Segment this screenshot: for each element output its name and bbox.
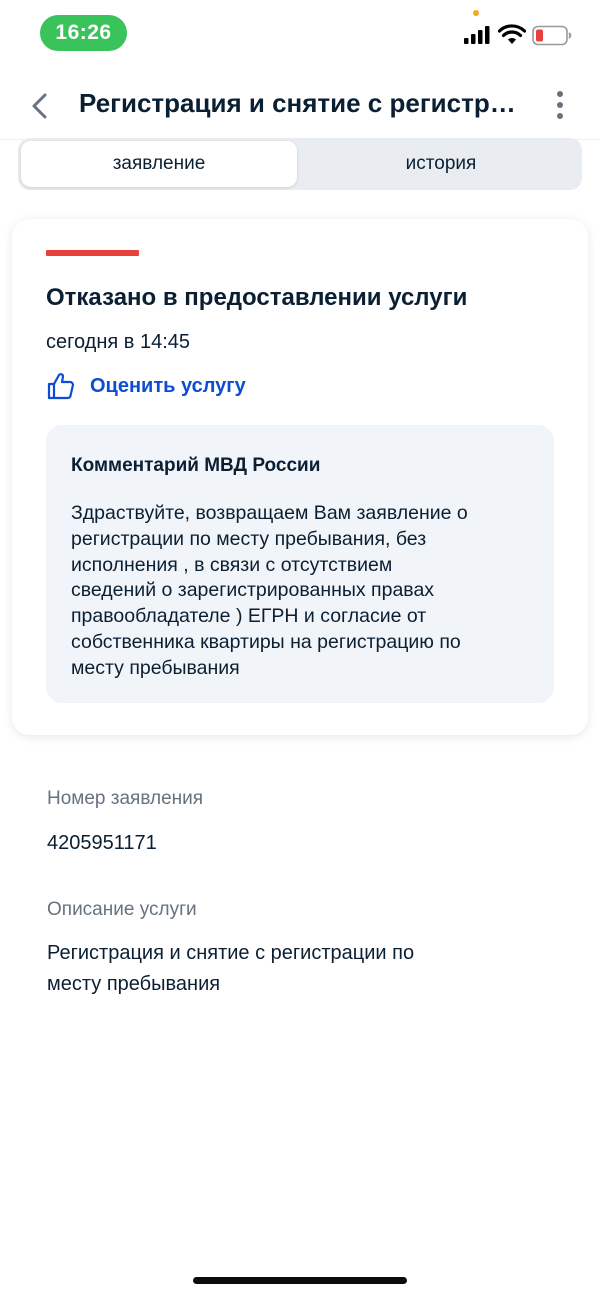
status-time: 16:26 <box>40 15 127 51</box>
status-date: сегодня в 14:45 <box>46 331 190 353</box>
status-title: Отказано в предоставлении услуги <box>46 284 468 311</box>
comment-line: Здраствуйте, возвращаем Вам заявление о <box>71 502 468 524</box>
comment-line: сведений о зарегистрированных правах <box>71 579 435 602</box>
wifi-icon <box>498 24 526 44</box>
description-line: Регистрация и снятие с регистрации по <box>47 942 415 964</box>
status-card: Отказано в предоставлении услуги сегодня… <box>12 219 588 735</box>
comment-line: правообладателе ) ЕГРН и согласие от <box>71 605 427 628</box>
rate-service-label: Оценить услугу <box>90 374 246 397</box>
cellular-signal-icon <box>464 26 490 44</box>
battery-low-icon <box>532 25 572 46</box>
status-indicator-bar <box>46 250 139 256</box>
page-title: Регистрация и снятие с регистрации по ме… <box>79 88 529 118</box>
description-line: месту пребывания <box>47 973 221 995</box>
service-description-label: Описание услуги <box>47 899 197 920</box>
comment-line: регистрации по месту пребывания, без <box>71 527 427 550</box>
service-description-value: Регистрация и снятие с регистрации по ме… <box>47 938 414 1000</box>
privacy-indicator-dot <box>473 10 479 16</box>
comment-line: исполнения , в связи с отсутствием <box>71 553 393 576</box>
rate-service-link[interactable]: Оценить услугу <box>46 369 246 403</box>
comment-line: месту пребывания <box>71 656 240 679</box>
comment-title: Комментарий МВД России <box>71 455 321 476</box>
comment-text: Здраствуйте, возвращаем Вам заявление о … <box>71 501 541 682</box>
home-indicator[interactable] <box>193 1277 407 1284</box>
application-number-label: Номер заявления <box>47 788 204 809</box>
tab-history[interactable]: история <box>303 141 579 187</box>
tab-switcher: заявление история <box>18 138 582 190</box>
app-header: Регистрация и снятие с регистрации по ме… <box>0 66 600 140</box>
application-number-value: 4205951171 <box>47 832 157 854</box>
back-arrow-icon[interactable] <box>28 90 52 122</box>
tab-application[interactable]: заявление <box>21 141 297 187</box>
comment-box: Комментарий МВД России Здраствуйте, возв… <box>46 425 554 703</box>
more-vertical-icon[interactable] <box>550 88 570 122</box>
comment-line: собственника квартиры на регистрацию по <box>71 630 461 653</box>
status-bar: 16:26 <box>0 0 600 66</box>
thumbs-up-icon <box>47 373 75 400</box>
